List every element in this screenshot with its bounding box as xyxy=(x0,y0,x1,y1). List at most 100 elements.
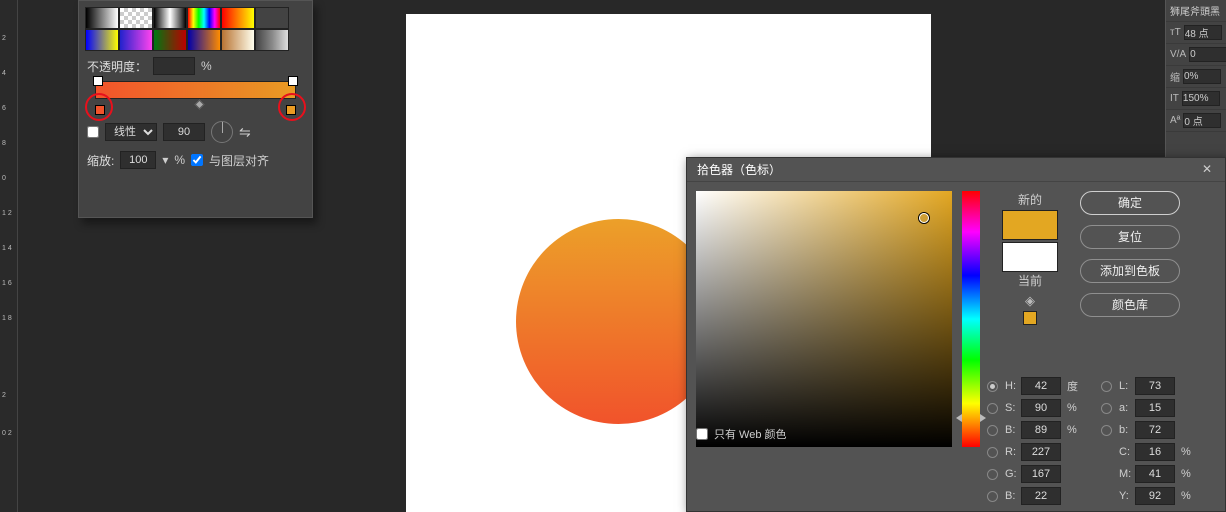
r-input[interactable] xyxy=(1021,443,1061,461)
h-radio[interactable] xyxy=(987,381,998,392)
gradient-preset[interactable] xyxy=(153,7,187,29)
color-stop-right[interactable] xyxy=(286,105,296,115)
websafe-swatch[interactable] xyxy=(1023,311,1037,325)
a-label: a: xyxy=(1119,402,1131,414)
b-label: b: xyxy=(1119,424,1131,436)
gradient-preset[interactable] xyxy=(221,29,255,51)
saturation-value-field[interactable] xyxy=(696,191,952,447)
g-input[interactable] xyxy=(1021,465,1061,483)
close-icon[interactable]: ✕ xyxy=(1199,162,1215,178)
new-color-label: 新的 xyxy=(990,191,1070,208)
s-label: S: xyxy=(1005,402,1017,414)
b-input[interactable] xyxy=(1135,421,1175,439)
angle-input[interactable] xyxy=(163,123,205,141)
type-checkbox[interactable] xyxy=(87,126,99,138)
scale-dropdown-icon[interactable]: ▾ xyxy=(162,153,168,167)
opacity-stop-right[interactable] xyxy=(288,76,298,86)
l-label: L: xyxy=(1119,380,1131,392)
l-input[interactable] xyxy=(1135,377,1175,395)
hue-strip[interactable] xyxy=(962,191,980,447)
gradient-preset[interactable] xyxy=(187,29,221,51)
baseline-input[interactable] xyxy=(1183,113,1221,128)
gradient-preset[interactable] xyxy=(255,29,289,51)
scale-input[interactable] xyxy=(120,151,156,169)
bv-label: B: xyxy=(1005,424,1017,436)
font-size-icon: тT xyxy=(1170,27,1181,38)
h-label: H: xyxy=(1005,380,1017,392)
current-color-swatch[interactable] xyxy=(1002,242,1058,272)
gradient-preset[interactable] xyxy=(187,7,221,29)
b-radio[interactable] xyxy=(1101,425,1112,436)
font-size-input[interactable] xyxy=(1184,25,1222,40)
gradient-preset[interactable] xyxy=(119,29,153,51)
align-label: 与图层对齐 xyxy=(209,152,269,169)
scale-label: 缩放: xyxy=(87,152,114,169)
vertical-ruler: 2 4 6 8 0 1 2 1 4 1 6 1 8 2 0 2 xyxy=(0,0,18,512)
y-label: Y: xyxy=(1119,490,1131,502)
gradient-preset[interactable] xyxy=(85,29,119,51)
r-radio[interactable] xyxy=(987,447,998,458)
h-input[interactable] xyxy=(1021,377,1061,395)
s-input[interactable] xyxy=(1021,399,1061,417)
bb-label: B: xyxy=(1005,490,1017,502)
font-family[interactable]: 狮尾斧頭黑 xyxy=(1166,0,1226,22)
midpoint-handle[interactable] xyxy=(194,100,204,110)
bb-radio[interactable] xyxy=(987,491,998,502)
a-radio[interactable] xyxy=(1101,403,1112,414)
r-label: R: xyxy=(1005,446,1017,458)
s-radio[interactable] xyxy=(987,403,998,414)
tracking-icon: 缩 xyxy=(1170,69,1180,84)
hue-arrow-left-icon xyxy=(956,414,962,422)
current-color-label: 当前 xyxy=(990,272,1070,289)
y-input[interactable] xyxy=(1135,487,1175,505)
reverse-icon[interactable]: ⇋ xyxy=(239,124,251,141)
opacity-input[interactable] xyxy=(153,57,195,75)
opacity-label: 不透明度： xyxy=(87,58,147,75)
character-panel: 狮尾斧頭黑 тT V/A 缩 IT Aª xyxy=(1165,0,1226,160)
add-to-swatches-button[interactable]: 添加到色板 xyxy=(1080,259,1180,283)
tracking-input[interactable] xyxy=(1183,69,1221,84)
sv-cursor[interactable] xyxy=(919,213,929,223)
gradient-preview[interactable] xyxy=(95,81,296,99)
gradient-preset[interactable] xyxy=(255,7,289,29)
gradient-preset[interactable] xyxy=(153,29,187,51)
gradient-preset[interactable] xyxy=(119,7,153,29)
angle-dial[interactable] xyxy=(211,121,233,143)
l-radio[interactable] xyxy=(1101,381,1112,392)
g-radio[interactable] xyxy=(987,469,998,480)
c-input[interactable] xyxy=(1135,443,1175,461)
m-input[interactable] xyxy=(1135,465,1175,483)
picker-title-text: 拾色器（色标） xyxy=(697,161,781,178)
picker-titlebar[interactable]: 拾色器（色标） ✕ xyxy=(687,158,1225,182)
gradient-presets xyxy=(79,1,312,53)
ok-button[interactable]: 确定 xyxy=(1080,191,1180,215)
c-label: C: xyxy=(1119,446,1131,458)
a-input[interactable] xyxy=(1135,399,1175,417)
vscale-icon: IT xyxy=(1170,93,1179,104)
color-library-button[interactable]: 颜色库 xyxy=(1080,293,1180,317)
web-only-label: 只有 Web 颜色 xyxy=(714,426,787,442)
opacity-unit: % xyxy=(201,59,212,73)
bb-input[interactable] xyxy=(1021,487,1061,505)
bv-radio[interactable] xyxy=(987,425,998,436)
color-picker-dialog: 拾色器（色标） ✕ 新的 当前 ◈ 确定 复位 添加到色板 颜色库 H:度 xyxy=(686,157,1226,512)
m-label: M: xyxy=(1119,468,1131,480)
bv-input[interactable] xyxy=(1021,421,1061,439)
color-stop-left[interactable] xyxy=(95,105,105,115)
gradient-preset[interactable] xyxy=(221,7,255,29)
align-checkbox[interactable] xyxy=(191,154,203,166)
g-label: G: xyxy=(1005,468,1017,480)
gradient-bar[interactable] xyxy=(79,79,312,117)
gradient-editor-panel: 不透明度： % 线性 ⇋ 缩放: ▾ % 与图层对齐 xyxy=(78,0,313,218)
cube-icon[interactable]: ◈ xyxy=(1023,293,1037,307)
scale-unit: % xyxy=(174,153,185,167)
web-only-checkbox[interactable] xyxy=(696,428,708,440)
baseline-icon: Aª xyxy=(1170,115,1180,126)
vscale-input[interactable] xyxy=(1182,91,1220,106)
gradient-type-select[interactable]: 线性 xyxy=(105,123,157,141)
reset-button[interactable]: 复位 xyxy=(1080,225,1180,249)
kerning-icon: V/A xyxy=(1170,49,1186,60)
kerning-input[interactable] xyxy=(1189,47,1226,62)
opacity-stop-left[interactable] xyxy=(93,76,103,86)
gradient-preset[interactable] xyxy=(85,7,119,29)
